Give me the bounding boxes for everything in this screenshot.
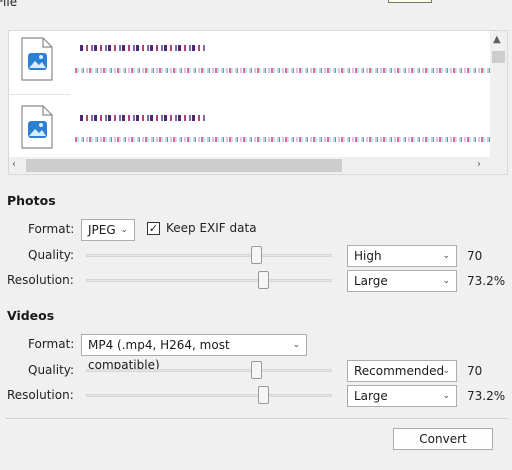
- vertical-scrollbar[interactable]: ▲: [490, 31, 507, 157]
- chevron-down-icon: ⌄: [120, 225, 128, 235]
- photos-quality-slider-handle[interactable]: [251, 246, 262, 264]
- photos-format-select[interactable]: JPEG ⌄: [81, 219, 135, 241]
- photos-format-value: JPEG: [88, 223, 116, 237]
- convert-button[interactable]: Convert: [393, 428, 493, 450]
- chevron-down-icon: ⌄: [442, 251, 450, 261]
- chevron-down-icon: ⌄: [442, 391, 450, 401]
- videos-resolution-value: 73.2%: [467, 389, 506, 403]
- horizontal-scroll-thumb[interactable]: [26, 159, 342, 172]
- photos-quality-value: 70: [467, 249, 483, 263]
- videos-quality-slider-track[interactable]: [86, 369, 332, 372]
- photos-resolution-value: 73.2%: [467, 274, 506, 288]
- videos-resolution-slider-track[interactable]: [86, 394, 332, 397]
- file-name-redacted: [80, 115, 206, 121]
- window-title: File: [0, 0, 18, 9]
- tooltip-fragment: [388, 0, 432, 3]
- file-name-redacted: [80, 45, 206, 51]
- photos-quality-preset-value: High: [354, 249, 382, 263]
- chevron-down-icon: ⌄: [292, 340, 300, 350]
- photos-resolution-preset-select[interactable]: Large ⌄: [347, 270, 457, 292]
- chevron-down-icon: ⌄: [442, 276, 450, 286]
- file-path-redacted: [75, 68, 490, 73]
- videos-quality-label: Quality:: [28, 363, 75, 377]
- photos-heading: Photos: [7, 193, 56, 208]
- videos-format-value: MP4 (.mp4, H264, most compatible): [88, 338, 230, 372]
- photos-resolution-slider-track[interactable]: [86, 279, 332, 282]
- scroll-left-icon[interactable]: ‹: [12, 160, 16, 170]
- photos-resolution-preset-value: Large: [354, 274, 388, 288]
- scroll-up-icon[interactable]: ▲: [493, 35, 501, 45]
- photos-resolution-label: Resolution:: [7, 273, 74, 287]
- keep-exif-checkbox[interactable]: ✓: [147, 222, 160, 235]
- keep-exif-label: Keep EXIF data: [166, 221, 257, 235]
- photos-format-label: Format:: [28, 222, 75, 236]
- file-path-redacted: [75, 137, 490, 142]
- videos-format-label: Format:: [28, 337, 75, 351]
- photos-quality-slider-track[interactable]: [86, 254, 332, 257]
- chevron-down-icon: ⌄: [442, 366, 450, 376]
- videos-quality-preset-value: Recommended: [354, 364, 445, 378]
- scroll-right-icon[interactable]: ›: [477, 160, 481, 170]
- videos-resolution-label: Resolution:: [7, 388, 74, 402]
- videos-quality-preset-select[interactable]: Recommended ⌄: [347, 360, 457, 382]
- photos-quality-preset-select[interactable]: High ⌄: [347, 245, 457, 267]
- image-file-icon: [20, 36, 54, 81]
- vertical-scroll-thumb[interactable]: [492, 51, 505, 63]
- footer-divider: [6, 418, 508, 419]
- videos-resolution-slider-handle[interactable]: [258, 386, 269, 404]
- file-list[interactable]: [8, 30, 508, 175]
- photos-quality-label: Quality:: [28, 248, 75, 262]
- videos-quality-slider-handle[interactable]: [251, 361, 262, 379]
- row-separator: [8, 94, 70, 95]
- videos-resolution-preset-value: Large: [354, 389, 388, 403]
- photos-resolution-slider-handle[interactable]: [258, 271, 269, 289]
- videos-format-select[interactable]: MP4 (.mp4, H264, most compatible) ⌄: [81, 334, 307, 372]
- horizontal-scrollbar[interactable]: ‹ ›: [9, 157, 507, 174]
- videos-quality-value: 70: [467, 364, 483, 378]
- videos-resolution-preset-select[interactable]: Large ⌄: [347, 385, 457, 407]
- image-file-icon: [20, 104, 54, 149]
- videos-heading: Videos: [7, 308, 55, 323]
